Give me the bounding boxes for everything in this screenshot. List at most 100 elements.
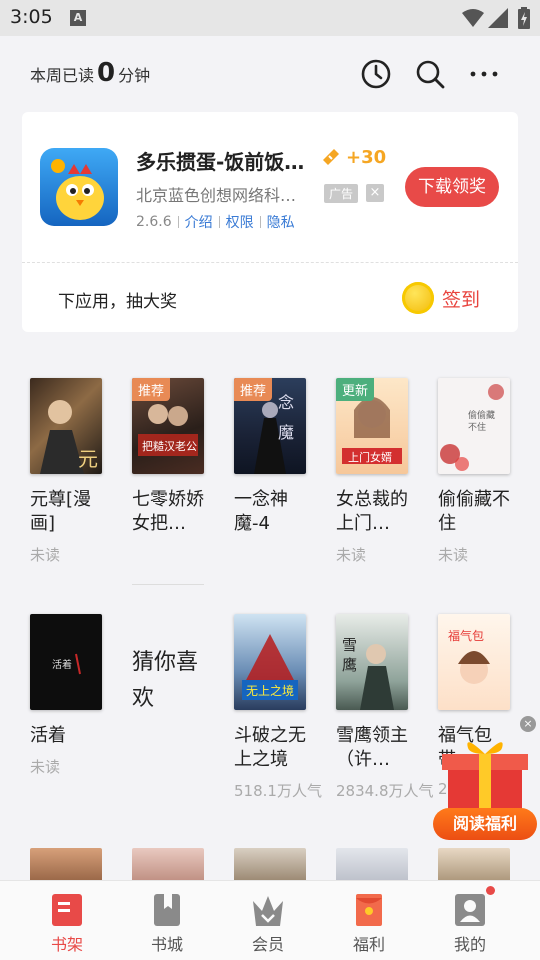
history-icon[interactable] [360, 58, 392, 90]
book-title: 活着 [30, 725, 66, 746]
svg-text:无上之境: 无上之境 [246, 683, 294, 698]
meta-separator [259, 216, 261, 228]
bonus-ticket-icon [323, 149, 339, 165]
ad-app-title[interactable]: 多乐掼蛋-饭前饭… [136, 146, 316, 175]
book-cover[interactable]: 无上之境 [234, 614, 306, 710]
book-title: 偷偷藏不住 [438, 489, 510, 534]
recommend-book[interactable]: 雪鹰 雪鹰领主（许… 2834.8万人气 [336, 614, 434, 804]
bookshelf-icon [52, 894, 82, 926]
svg-text:魔: 魔 [278, 423, 294, 442]
meta-separator [177, 216, 179, 228]
notification-a-icon: A [70, 10, 86, 26]
lottery-text: 下应用，抽大奖 [58, 292, 177, 312]
svg-text:活着: 活着 [52, 658, 72, 671]
book-cover[interactable]: 把糙汉老公 推荐 [132, 378, 204, 474]
coin-icon [402, 282, 434, 314]
svg-text:把糙汉老公: 把糙汉老公 [142, 439, 197, 453]
bonus-value: +30 [346, 146, 387, 168]
bottom-nav: 书架 书城 会员 福利 我的 [0, 880, 540, 960]
book-title: 雪鹰领主（许… [336, 725, 408, 770]
ad-tag: 广告 [324, 184, 359, 203]
ad-card[interactable]: 多乐掼蛋-饭前饭… +30 北京蓝色创想网络科… 广告 × 2.6.6 介绍 权… [22, 112, 518, 332]
svg-text:鹰: 鹰 [342, 656, 357, 674]
top-bar: 本周已读 0 分钟 [0, 36, 540, 112]
nav-label: 福利 [352, 935, 385, 954]
book-popularity: 2834.8万人气 [336, 782, 434, 800]
book-cover[interactable]: 元 [30, 378, 102, 474]
gift-label[interactable]: 阅读福利 [433, 808, 537, 840]
reading-benefit-gift[interactable]: × 阅读福利 [432, 716, 538, 842]
ad-meta: 2.6.6 介绍 权限 隐私 [136, 212, 295, 232]
wifi-icon [462, 9, 484, 27]
ad-version: 2.6.6 [136, 214, 172, 230]
recommend-book[interactable]: 无上之境 斗破之无上之境 518.1万人气 [234, 614, 324, 804]
status-bar: 3:05 A [0, 0, 540, 36]
bookstore-icon [154, 894, 180, 926]
notification-dot [486, 886, 495, 895]
ad-intro-link[interactable]: 介绍 [185, 212, 213, 232]
book-cover[interactable]: 雪鹰 [336, 614, 408, 710]
reading-minutes: 0 [97, 58, 116, 88]
ad-close-button[interactable]: × [366, 184, 384, 202]
book-item[interactable]: 偷偷藏 不住 偷偷藏不住 未读 [438, 378, 528, 568]
nav-bookstore[interactable]: 书城 [113, 881, 221, 960]
book-title: 七零娇娇女把… [132, 489, 204, 534]
ad-bonus: +30 [320, 146, 386, 168]
book-cover[interactable]: 偷偷藏 不住 [438, 378, 510, 474]
book-status: 未读 [30, 546, 61, 564]
guess-divider [132, 584, 204, 585]
guess-label: 猜你喜欢 [132, 650, 199, 711]
profile-icon [455, 894, 485, 926]
guess-you-like: 猜你喜欢 [132, 584, 204, 717]
book-cover[interactable]: 上门女婿 更新 [336, 378, 408, 474]
svg-text:福气包: 福气包 [448, 628, 484, 643]
svg-text:元: 元 [78, 447, 98, 471]
reading-prefix: 本周已读 [30, 66, 95, 85]
nav-label: 书架 [50, 935, 83, 954]
red-envelope-icon [356, 894, 382, 926]
ad-privacy-link[interactable]: 隐私 [267, 212, 295, 232]
app-logo[interactable] [40, 148, 118, 226]
book-status: 未读 [30, 758, 61, 776]
signin-label: 签到 [442, 288, 481, 311]
search-icon[interactable] [414, 58, 446, 90]
book-item[interactable]: 念魔 推荐 一念神魔-4 [234, 378, 324, 568]
book-item[interactable]: 上门女婿 更新 女总裁的上门… 未读 [336, 378, 426, 568]
book-cover[interactable]: 福气包 [438, 614, 510, 710]
gift-box-icon [442, 742, 528, 814]
signal-icon [488, 8, 508, 28]
nav-benefits[interactable]: 福利 [315, 881, 423, 960]
status-time: 3:05 [10, 6, 53, 28]
nav-bookshelf[interactable]: 书架 [13, 881, 121, 960]
nav-membership[interactable]: 会员 [214, 881, 322, 960]
book-item[interactable]: 把糙汉老公 推荐 七零娇娇女把… [132, 378, 222, 568]
book-status: 未读 [336, 546, 367, 564]
svg-text:念: 念 [278, 393, 294, 412]
book-item[interactable]: 元 元尊[漫画] 未读 [30, 378, 120, 568]
book-cover[interactable]: 念魔 推荐 [234, 378, 306, 474]
recommend-badge: 推荐 [234, 378, 273, 401]
ad-permission-link[interactable]: 权限 [226, 212, 254, 232]
update-badge: 更新 [336, 378, 375, 401]
nav-label: 会员 [251, 935, 284, 954]
book-title: 斗破之无上之境 [234, 725, 306, 770]
ad-divider [22, 262, 518, 263]
ad-company: 北京蓝色创想网络科… [136, 186, 297, 205]
reading-suffix: 分钟 [118, 66, 151, 85]
book-item[interactable]: 活着 活着 未读 [30, 614, 120, 784]
svg-text:上门女婿: 上门女婿 [348, 450, 392, 464]
crown-icon [253, 896, 283, 926]
nav-label: 书城 [150, 935, 183, 954]
svg-text:不住: 不住 [468, 421, 486, 433]
battery-icon [518, 7, 530, 29]
nav-profile[interactable]: 我的 [416, 881, 524, 960]
book-popularity: 518.1万人气 [234, 782, 322, 800]
meta-separator [218, 216, 220, 228]
svg-text:偷偷藏: 偷偷藏 [468, 409, 495, 421]
book-title: 一念神魔-4 [234, 489, 288, 534]
book-cover[interactable]: 活着 [30, 614, 102, 710]
download-reward-button[interactable]: 下载领奖 [405, 167, 499, 207]
more-icon[interactable] [468, 58, 500, 90]
signin-button[interactable]: 签到 [402, 282, 480, 314]
book-title: 女总裁的上门… [336, 489, 408, 534]
